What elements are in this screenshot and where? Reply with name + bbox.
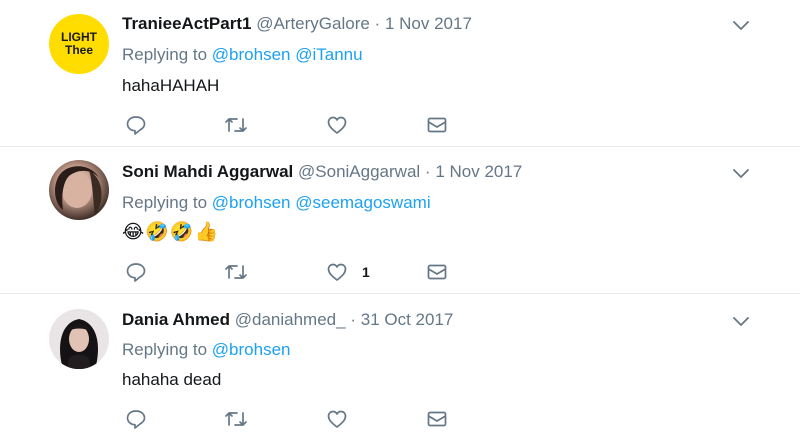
direct-message-icon	[427, 411, 447, 427]
chevron-down-icon[interactable]	[732, 314, 750, 326]
tweet-1[interactable]: LIGHT Thee TranieeActPart1 @ArteryGalore…	[0, 0, 800, 147]
direct-message-button[interactable]	[426, 261, 448, 283]
reply-icon	[126, 116, 146, 135]
replying-label: Replying to	[122, 45, 208, 64]
tweet-header: Soni Mahdi Aggarwal @SoniAggarwal · 1 No…	[122, 162, 522, 182]
reply-button[interactable]	[125, 261, 147, 283]
avatar[interactable]: LIGHT Thee	[49, 14, 109, 74]
display-name[interactable]: Dania Ahmed	[122, 310, 230, 329]
mention-link[interactable]: @iTannu	[295, 45, 362, 64]
replying-to: Replying to @brohsen @seemagoswami	[122, 193, 431, 213]
mention-link[interactable]: @brohsen	[212, 193, 291, 212]
display-name[interactable]: TranieeActPart1	[122, 14, 251, 33]
retweet-button[interactable]	[224, 408, 248, 430]
direct-message-icon	[427, 264, 447, 280]
replying-label: Replying to	[122, 193, 208, 212]
mention-link[interactable]: @seemagoswami	[295, 193, 430, 212]
tweet-header: TranieeActPart1 @ArteryGalore · 1 Nov 20…	[122, 14, 472, 34]
reply-button[interactable]	[125, 114, 147, 136]
timestamp[interactable]: 1 Nov 2017	[385, 14, 472, 33]
like-icon	[327, 116, 347, 134]
avatar-photo	[60, 319, 98, 369]
direct-message-icon	[427, 117, 447, 133]
chevron-down-icon[interactable]	[732, 18, 750, 30]
replying-to: Replying to @brohsen @iTannu	[122, 45, 363, 65]
tweet-3[interactable]: Dania Ahmed @daniahmed_ · 31 Oct 2017 Re…	[0, 294, 800, 437]
reply-icon	[126, 263, 146, 282]
replying-label: Replying to	[122, 340, 208, 359]
avatar-logo-text: Thee	[64, 43, 93, 57]
tweet-text: hahaha dead	[122, 370, 222, 389]
like-button[interactable]	[326, 114, 362, 136]
replying-to: Replying to @brohsen	[122, 340, 291, 360]
separator: ·	[350, 310, 356, 329]
tweet-text: hahaHAHAH	[122, 76, 220, 95]
reply-button[interactable]	[125, 408, 147, 430]
display-name[interactable]: Soni Mahdi Aggarwal	[122, 162, 293, 181]
user-handle[interactable]: @daniahmed_	[235, 310, 346, 329]
mention-link[interactable]: @brohsen	[212, 45, 291, 64]
like-button[interactable]	[326, 408, 362, 430]
avatar[interactable]	[49, 309, 109, 369]
mention-link[interactable]: @brohsen	[212, 340, 291, 359]
tweet-2[interactable]: Soni Mahdi Aggarwal @SoniAggarwal · 1 No…	[0, 147, 800, 294]
timestamp[interactable]: 31 Oct 2017	[361, 310, 454, 329]
separator: ·	[424, 162, 431, 181]
like-icon	[327, 263, 347, 281]
retweet-button[interactable]	[224, 114, 248, 136]
reply-icon	[126, 410, 146, 429]
retweet-button[interactable]	[224, 261, 248, 283]
avatar-photo	[55, 166, 102, 216]
retweet-icon	[225, 412, 247, 426]
like-button[interactable]: 1	[326, 261, 370, 283]
user-handle[interactable]: @SoniAggarwal	[298, 162, 420, 181]
direct-message-button[interactable]	[426, 408, 448, 430]
like-count: 1	[362, 264, 370, 280]
chevron-down-icon[interactable]	[732, 166, 750, 178]
avatar[interactable]	[49, 160, 109, 220]
tweet-text: 😂🤣🤣👍	[122, 221, 220, 243]
direct-message-button[interactable]	[426, 114, 448, 136]
user-handle[interactable]: @ArteryGalore	[256, 14, 370, 33]
timestamp[interactable]: 1 Nov 2017	[435, 162, 522, 181]
separator: ·	[374, 14, 381, 33]
retweet-icon	[225, 118, 247, 132]
retweet-icon	[225, 265, 247, 279]
tweet-header: Dania Ahmed @daniahmed_ · 31 Oct 2017	[122, 310, 453, 330]
like-icon	[327, 410, 347, 428]
